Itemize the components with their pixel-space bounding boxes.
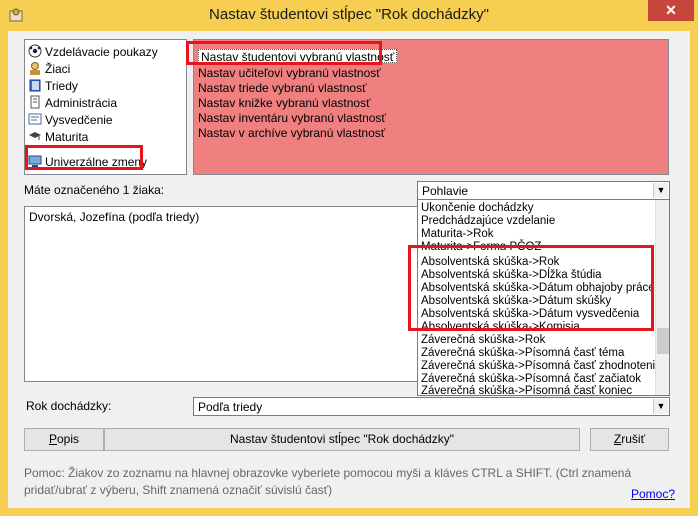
module-item-administracia[interactable]: Administrácia: [28, 95, 117, 112]
dialog-client: Vzdelávacie poukazy Žiaci Triedy Adminis…: [8, 31, 690, 508]
dropdown-option[interactable]: Záverečná skúška->Rok: [421, 334, 545, 347]
popis-button[interactable]: Popis: [24, 428, 104, 451]
students-list[interactable]: Dvorská, Jozefína (podľa triedy): [24, 206, 424, 382]
action-item-teacher[interactable]: Nastav učiteľovi vybranú vlastnosť: [198, 66, 381, 80]
help-link[interactable]: Pomoc?: [631, 487, 675, 501]
dropdown-scrollbar[interactable]: [655, 200, 669, 395]
module-item-label: Triedy: [45, 79, 78, 93]
close-button[interactable]: ✕: [648, 0, 694, 21]
scroll-thumb[interactable]: [657, 328, 669, 354]
help-text: Pomoc: Žiakov zo zoznamu na hlavnej obra…: [24, 466, 632, 497]
graduation-icon: [29, 132, 41, 140]
close-icon: ✕: [665, 2, 677, 18]
action-item-book[interactable]: Nastav knižke vybranú vlastnosť: [198, 96, 371, 110]
module-item-maturita[interactable]: Maturita: [28, 129, 88, 146]
popis-label: opis: [57, 432, 80, 446]
attribute-select-value: Pohlavie: [422, 184, 469, 198]
rok-dochadzky-value: Podľa triedy: [198, 400, 263, 414]
student-icon: [30, 62, 40, 75]
dropdown-option[interactable]: Záverečná skúška->Písomná časť téma: [421, 347, 624, 360]
set-column-button[interactable]: Nastav študentovi stĺpec "Rok dochádzky": [104, 428, 580, 451]
title-bar: Nastav študentovi stĺpec "Rok dochádzky"…: [0, 0, 698, 31]
selected-count-label: Máte označeného 1 žiaka:: [24, 183, 165, 197]
dropdown-option[interactable]: Maturita->Rok: [421, 228, 494, 241]
chevron-down-icon[interactable]: ▼: [653, 399, 668, 414]
action-item-archive[interactable]: Nastav v archíve vybranú vlastnosť: [198, 126, 385, 140]
action-item-class[interactable]: Nastav triede vybranú vlastnosť: [198, 81, 367, 95]
certificate-icon: [28, 113, 42, 125]
action-item-inventory[interactable]: Nastav inventáru vybranú vlastnosť: [198, 111, 386, 125]
module-item-triedy[interactable]: Triedy: [28, 78, 78, 95]
soccer-ball-icon: [28, 44, 42, 58]
module-item-vysvedcenie[interactable]: Vysvedčenie: [28, 112, 113, 129]
dropdown-option[interactable]: Predchádzajúce vzdelanie: [421, 215, 555, 228]
document-icon: [30, 95, 40, 109]
highlight-box: [25, 145, 143, 170]
window-title: Nastav študentovi stĺpec "Rok dochádzky": [209, 6, 489, 23]
module-item-label: Žiaci: [45, 62, 71, 76]
dropdown-option[interactable]: Záverečná skúška->Písomná časť zhodnoten…: [421, 360, 662, 373]
dropdown-option[interactable]: Záverečná skúška->Písomná časť koniec: [421, 385, 632, 395]
module-item-label: Vzdelávacie poukazy: [45, 45, 158, 59]
attribute-select[interactable]: Pohlavie ▼: [417, 181, 670, 200]
module-item-label: Administrácia: [45, 96, 118, 110]
rok-dochadzky-label: Rok dochádzky:: [26, 399, 112, 413]
cancel-button[interactable]: Zrušiť: [590, 428, 669, 451]
popis-accesskey: P: [48, 432, 57, 446]
highlight-box: [408, 245, 654, 331]
dropdown-option[interactable]: Ukončenie dochádzky: [421, 202, 534, 215]
module-item-vzdelavacie-poukazy[interactable]: Vzdelávacie poukazy: [28, 44, 158, 61]
module-item-label: Maturita: [45, 130, 89, 144]
rok-dochadzky-select[interactable]: Podľa triedy ▼: [193, 397, 670, 416]
list-item[interactable]: Dvorská, Jozefína (podľa triedy): [29, 210, 199, 224]
zrusit-label: rušiť: [621, 432, 646, 446]
chevron-down-icon[interactable]: ▼: [653, 183, 668, 198]
highlight-box: [186, 41, 382, 65]
module-item-ziaci[interactable]: Žiaci: [28, 61, 70, 78]
book-icon: [29, 79, 41, 92]
module-item-label: Vysvedčenie: [45, 113, 113, 127]
